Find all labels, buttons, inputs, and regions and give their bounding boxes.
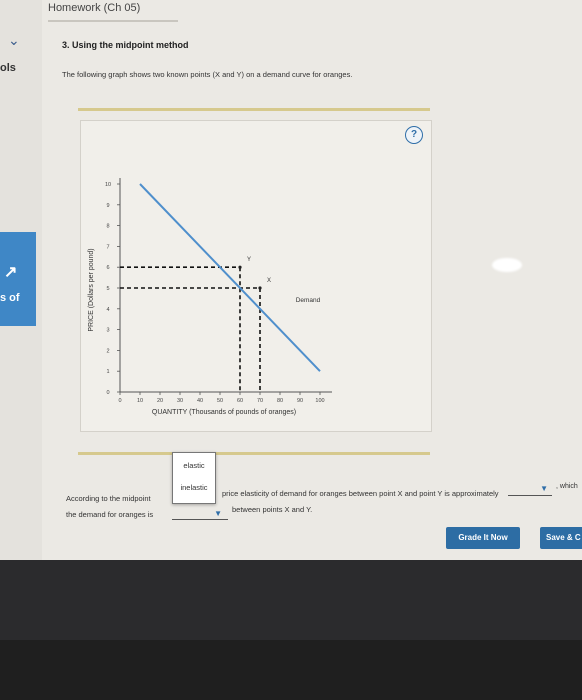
x-tick-label: 60 bbox=[237, 398, 243, 404]
answer-line2-prefix: the demand for oranges is bbox=[66, 510, 154, 519]
x-tick-label: 90 bbox=[297, 398, 303, 404]
screen-glare bbox=[492, 258, 522, 272]
y-tick-label: 6 bbox=[106, 265, 109, 271]
x-tick-label: 40 bbox=[197, 398, 203, 404]
x-tick-label: 20 bbox=[157, 398, 163, 404]
dropdown-option-elastic[interactable]: elastic bbox=[173, 461, 215, 470]
x-tick-label: 30 bbox=[177, 398, 183, 404]
point-marker-y bbox=[238, 265, 242, 269]
y-tick-label: 8 bbox=[106, 224, 109, 230]
demand-curve-line bbox=[139, 183, 321, 372]
dropdown-arrow-icon: ▼ bbox=[540, 484, 548, 493]
monitor-bezel-inner bbox=[0, 560, 582, 640]
point-label-y: Y bbox=[247, 257, 251, 263]
save-and-continue-button[interactable]: Save & C bbox=[540, 527, 582, 549]
dropdown-menu: elastic inelastic bbox=[172, 452, 216, 504]
x-tick-label: 80 bbox=[277, 398, 283, 404]
y-tick-label: 10 bbox=[105, 182, 111, 188]
demand-curve-label: Demand bbox=[296, 297, 321, 304]
x-tick-label: 70 bbox=[257, 398, 263, 404]
y-tick-label: 2 bbox=[106, 348, 109, 354]
y-tick-label: 7 bbox=[106, 244, 109, 250]
y-tick-label: 9 bbox=[106, 203, 109, 209]
y-tick-label: 1 bbox=[106, 369, 109, 375]
section-divider-bottom bbox=[78, 452, 430, 455]
y-tick-label: 5 bbox=[106, 286, 109, 292]
x-tick-label: 10 bbox=[137, 398, 143, 404]
x-axis-label: QUANTITY (Thousands of pounds of oranges… bbox=[152, 409, 296, 416]
elastic-inelastic-dropdown[interactable]: ▼ bbox=[172, 509, 228, 520]
dropdown-option-inelastic[interactable]: inelastic bbox=[173, 483, 215, 492]
point-marker-x bbox=[258, 286, 262, 290]
y-tick-label: 4 bbox=[106, 307, 109, 313]
elasticity-value-dropdown[interactable]: ▼ bbox=[508, 484, 552, 496]
answer-line1-suffix: price elasticity of demand for oranges b… bbox=[222, 489, 499, 498]
app-screen: ⌄ ols ↗ s of Homework (Ch 05) 3. Using t… bbox=[0, 0, 582, 560]
answer-line1-prefix: According to the midpoint bbox=[66, 494, 151, 503]
answer-line1-end: , which bbox=[556, 483, 578, 490]
x-tick-label: 0 bbox=[118, 398, 121, 404]
y-axis-label: PRICE (Dollars per pound) bbox=[88, 248, 95, 331]
point-label-x: X bbox=[267, 278, 271, 284]
grade-it-now-button[interactable]: Grade It Now bbox=[446, 527, 520, 549]
answer-line2-suffix: between points X and Y. bbox=[232, 505, 313, 514]
dropdown-arrow-icon: ▼ bbox=[214, 509, 222, 518]
demand-chart: 0 10 20 30 40 50 60 70 80 90 100 0 1 2 3 4 5 6 7 8 9 10 Y X PR… bbox=[88, 178, 332, 416]
y-tick-label: 0 bbox=[106, 390, 109, 396]
x-tick-label: 100 bbox=[315, 398, 324, 404]
y-tick-label: 3 bbox=[106, 328, 109, 334]
x-tick-label: 50 bbox=[217, 398, 223, 404]
